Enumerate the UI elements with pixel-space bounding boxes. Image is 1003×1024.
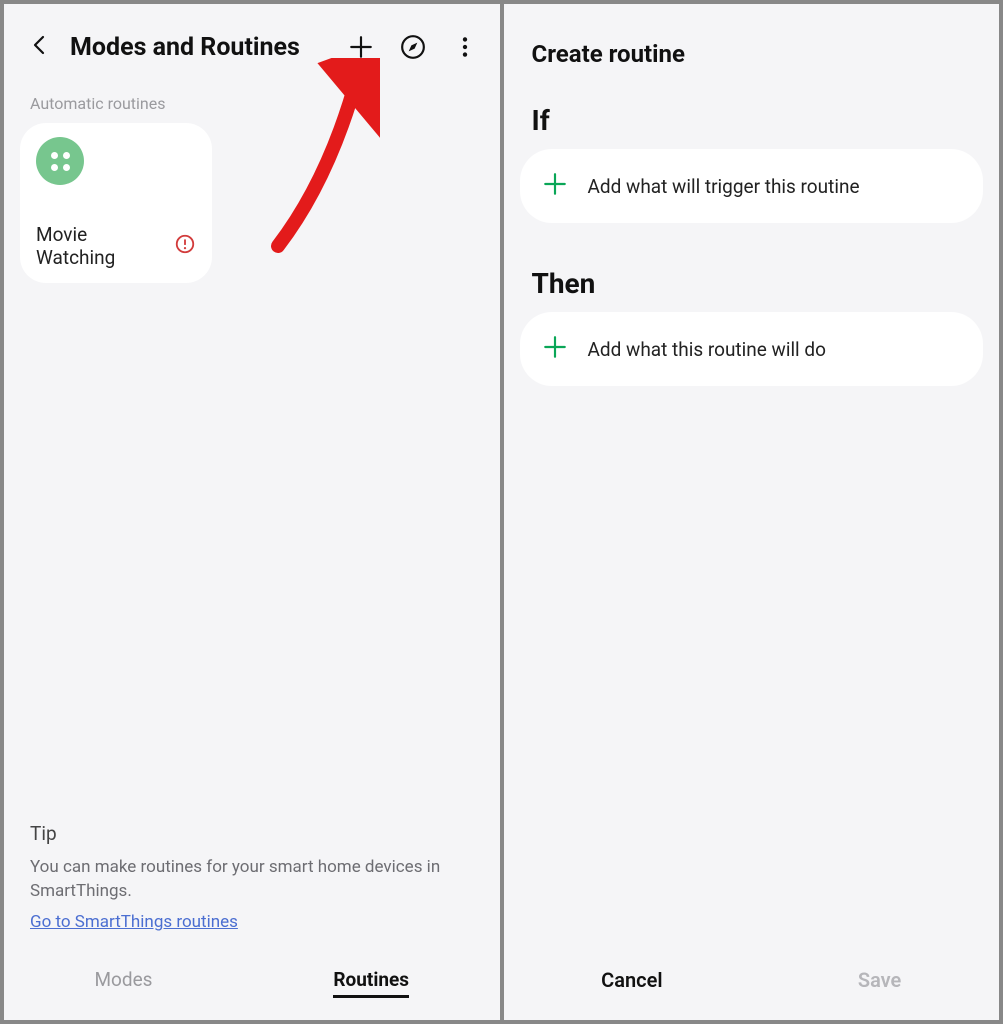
tip-link[interactable]: Go to SmartThings routines bbox=[30, 912, 238, 932]
back-icon[interactable] bbox=[28, 33, 52, 61]
discover-icon[interactable] bbox=[398, 32, 428, 62]
right-pane: Create routine If Add what will trigger … bbox=[504, 4, 1000, 1020]
save-button[interactable]: Save bbox=[858, 968, 901, 992]
header: Modes and Routines bbox=[4, 4, 500, 78]
left-pane: Modes and Routines Automatic routines Mo… bbox=[4, 4, 500, 1020]
add-action-label: Add what this routine will do bbox=[588, 338, 826, 361]
bottom-tabs: Modes Routines bbox=[4, 952, 500, 1020]
then-label: Then bbox=[504, 249, 1000, 312]
if-label: If bbox=[504, 86, 1000, 149]
more-icon[interactable] bbox=[450, 32, 480, 62]
tab-routines[interactable]: Routines bbox=[333, 968, 409, 998]
routine-card[interactable]: Movie Watching bbox=[20, 123, 212, 283]
tip-text: You can make routines for your smart hom… bbox=[30, 855, 474, 904]
alert-icon bbox=[174, 233, 196, 260]
create-routine-title: Create routine bbox=[504, 4, 1000, 86]
page-title: Modes and Routines bbox=[70, 33, 300, 62]
routine-name: Movie Watching bbox=[36, 223, 166, 269]
plus-icon bbox=[542, 334, 568, 364]
section-label: Automatic routines bbox=[4, 78, 500, 123]
add-icon[interactable] bbox=[346, 32, 376, 62]
tip-heading: Tip bbox=[30, 822, 474, 845]
tab-modes[interactable]: Modes bbox=[94, 968, 152, 998]
routine-icon bbox=[36, 137, 84, 185]
cancel-button[interactable]: Cancel bbox=[601, 968, 662, 992]
tip-block: Tip You can make routines for your smart… bbox=[4, 816, 500, 952]
plus-icon bbox=[542, 171, 568, 201]
add-trigger-label: Add what will trigger this routine bbox=[588, 175, 860, 198]
bottom-actions: Cancel Save bbox=[504, 948, 1000, 1020]
add-trigger-button[interactable]: Add what will trigger this routine bbox=[520, 149, 984, 223]
add-action-button[interactable]: Add what this routine will do bbox=[520, 312, 984, 386]
